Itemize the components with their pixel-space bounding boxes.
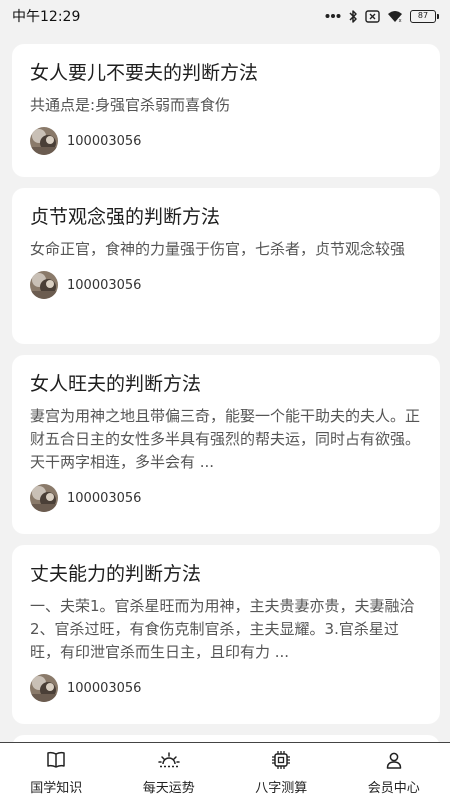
avatar: [30, 271, 58, 299]
article-card[interactable]: 丈夫能力的判断方法 一、夫荣1。官杀星旺而为用神，主夫贵妻亦贵，夫妻融洽2、官杀…: [12, 545, 440, 724]
sunrise-icon: [158, 750, 180, 770]
article-summary: 女命正官，食神的力量强于伤官，七杀者，贞节观念较强: [30, 240, 406, 258]
article-author: 100003056: [30, 269, 422, 301]
bluetooth-icon: [348, 9, 358, 24]
article-summary: 一、夫荣1。官杀星旺而为用神，主夫贵妻亦贵，夫妻融洽2、官杀过旺，有食伤克制官杀…: [30, 597, 415, 661]
article-card[interactable]: 贞节观念强的判断方法 女命正官，食神的力量强于伤官，七杀者，贞节观念较强 100…: [12, 188, 440, 344]
article-title: 女人要儿不要夫的判断方法: [30, 62, 259, 84]
author-name: 100003056: [67, 680, 142, 696]
article-title: 贞节观念强的判断方法: [30, 206, 221, 228]
battery-icon: 87: [410, 9, 439, 23]
avatar: [30, 484, 58, 512]
tab-label: 八字测算: [255, 781, 308, 796]
article-author: 100003056: [30, 672, 422, 704]
tab-label: 会员中心: [367, 781, 420, 796]
chip-icon: [271, 750, 291, 770]
user-icon: [385, 750, 403, 770]
more-dots-icon: [325, 13, 341, 19]
tab-bazi[interactable]: 八字测算: [225, 743, 338, 800]
tab-member-center[interactable]: 会员中心: [338, 743, 450, 800]
no-sim-icon: [365, 9, 380, 23]
bottom-tab-bar: 国学知识 每天运势 八字测算 会员中心: [0, 742, 450, 800]
avatar: [30, 674, 58, 702]
status-time: 中午12:29: [12, 9, 81, 25]
article-card[interactable]: 女人旺夫的判断方法 妻宫为用神之地且带偏三奇，能娶一个能干助夫的夫人。正财五合日…: [12, 355, 440, 534]
book-icon: [46, 750, 66, 770]
tab-label: 每天运势: [142, 781, 195, 796]
tab-label: 国学知识: [30, 781, 83, 796]
article-card[interactable]: 女人要儿不要夫的判断方法 共通点是:身强官杀弱而喜食伤 100003056: [12, 44, 440, 177]
article-title: 女人旺夫的判断方法: [30, 373, 202, 395]
tab-guoxue[interactable]: 国学知识: [0, 743, 113, 800]
status-bar: 中午12:29 x 87: [0, 0, 450, 32]
status-icons: x 87: [325, 9, 439, 24]
article-card[interactable]: [12, 735, 440, 742]
article-author: 100003056: [30, 125, 422, 157]
article-summary: 妻宫为用神之地且带偏三奇，能娶一个能干助夫的夫人。正财五合日主的女性多半具有强烈…: [30, 407, 421, 471]
article-title: 丈夫能力的判断方法: [30, 563, 202, 585]
article-author: 100003056: [30, 482, 422, 514]
author-name: 100003056: [67, 133, 142, 149]
author-name: 100003056: [67, 490, 142, 506]
author-name: 100003056: [67, 277, 142, 293]
article-summary: 共通点是:身强官杀弱而喜食伤: [30, 96, 231, 114]
wifi-icon: x: [387, 10, 403, 23]
tab-daily-fortune[interactable]: 每天运势: [113, 743, 226, 800]
avatar: [30, 127, 58, 155]
svg-text:x: x: [399, 18, 402, 23]
article-feed[interactable]: 女人要儿不要夫的判断方法 共通点是:身强官杀弱而喜食伤 100003056 贞节…: [0, 32, 450, 742]
